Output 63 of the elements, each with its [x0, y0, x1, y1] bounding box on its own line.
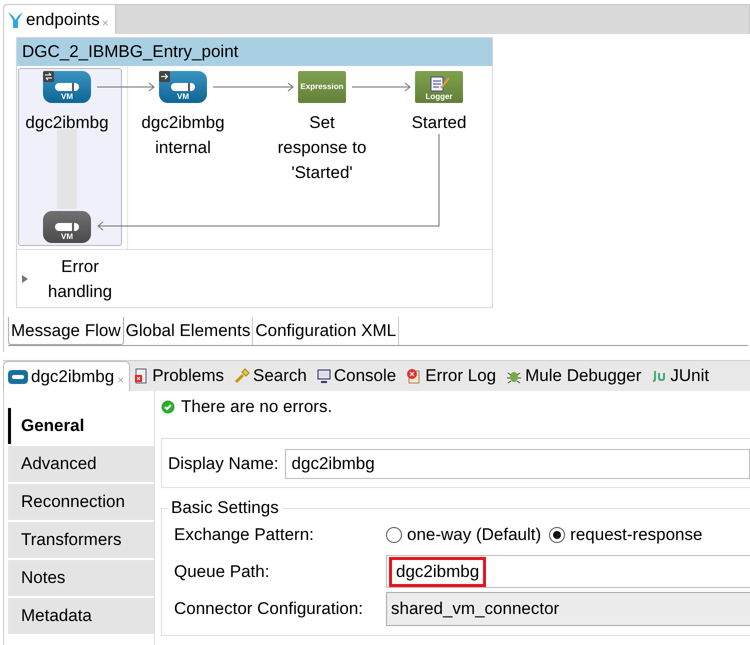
pipe-icon — [54, 222, 80, 232]
section-tab[interactable]: Reconnection — [8, 484, 154, 520]
vm-endpoint-tile[interactable]: VM — [43, 71, 91, 103]
editor-view-tab[interactable]: Configuration XML — [253, 317, 400, 345]
input-field[interactable]: dgc2ibmbg — [386, 555, 750, 588]
tile-label: VM — [61, 232, 73, 241]
right-arrow-icon — [159, 71, 170, 82]
pipe-icon — [54, 82, 80, 92]
flashlight-icon — [234, 368, 250, 384]
field-label: Display Name: — [168, 454, 279, 474]
tile-label: VM — [61, 92, 73, 101]
section-label: Error handling — [46, 256, 114, 302]
vm-endpoint-tile[interactable]: VM — [159, 71, 207, 103]
node-label: Started — [410, 112, 468, 134]
node-label: dgc2ibmbg internal — [140, 112, 226, 159]
status-message: There are no errors. — [181, 397, 332, 417]
monitor-icon — [316, 369, 331, 383]
dropdown[interactable]: shared_vm_connector — [386, 592, 750, 626]
warning-list-icon — [135, 368, 150, 384]
pipe-icon — [8, 370, 28, 384]
radio-label: request-response — [570, 524, 702, 544]
view-tab[interactable]: JUnit — [646, 361, 714, 391]
connector-arrow — [96, 82, 155, 92]
tile-label: Logger — [425, 92, 453, 101]
tile-label: VM — [177, 92, 189, 101]
mule-icon — [7, 10, 24, 28]
collapsed-triangle-icon[interactable] — [22, 274, 28, 282]
error-log-icon — [406, 368, 422, 384]
flow-title: DGC_2_IBMBG_Entry_point — [17, 38, 492, 66]
tab-title: endpoints — [26, 10, 100, 30]
field-label: Queue Path: — [174, 562, 270, 582]
highlight-box: dgc2ibmbg — [389, 556, 486, 586]
editor-tab[interactable]: endpoints× — [4, 5, 116, 34]
radio-button[interactable] — [386, 526, 402, 542]
check-icon — [161, 400, 175, 414]
vm-response-tile[interactable]: VM — [43, 211, 91, 243]
pipe-icon — [170, 82, 196, 92]
two-way-arrow-icon — [43, 71, 54, 82]
node-label: dgc2ibmbg — [24, 112, 110, 134]
input-field[interactable]: dgc2ibmbg — [284, 449, 750, 479]
field-label: Connector Configuration: — [174, 598, 364, 618]
expression-tile[interactable]: Expression — [298, 71, 346, 103]
section-tab[interactable]: Advanced — [8, 446, 154, 482]
view-tab[interactable]: Mule Debugger — [501, 361, 646, 391]
editor-view-tab[interactable]: Message Flow — [8, 317, 124, 345]
view-tab[interactable]: Problems — [130, 361, 229, 391]
logger-tile[interactable]: Logger — [415, 71, 463, 103]
view-tab[interactable]: dgc2ibmbg × — [3, 361, 130, 391]
view-tab[interactable]: Search — [229, 361, 312, 391]
radio-label: one-way (Default) — [407, 524, 542, 544]
section-tab[interactable]: Metadata — [8, 598, 154, 634]
junit-icon — [651, 369, 668, 383]
editor-view-tab[interactable]: Global Elements — [124, 317, 254, 345]
section-tab[interactable]: Transformers — [8, 522, 154, 558]
view-tab[interactable]: Error Log — [401, 361, 502, 391]
section-tab[interactable]: Notes — [8, 560, 154, 596]
tile-label: Expression — [300, 82, 344, 90]
connector-arrow — [352, 82, 411, 92]
field-label: Exchange Pattern: — [174, 524, 315, 544]
node-label: Set response to 'Started' — [276, 112, 368, 184]
radio-button[interactable] — [549, 526, 566, 542]
group-title: Basic Settings — [170, 498, 280, 518]
view-tab[interactable]: Console — [312, 361, 402, 391]
